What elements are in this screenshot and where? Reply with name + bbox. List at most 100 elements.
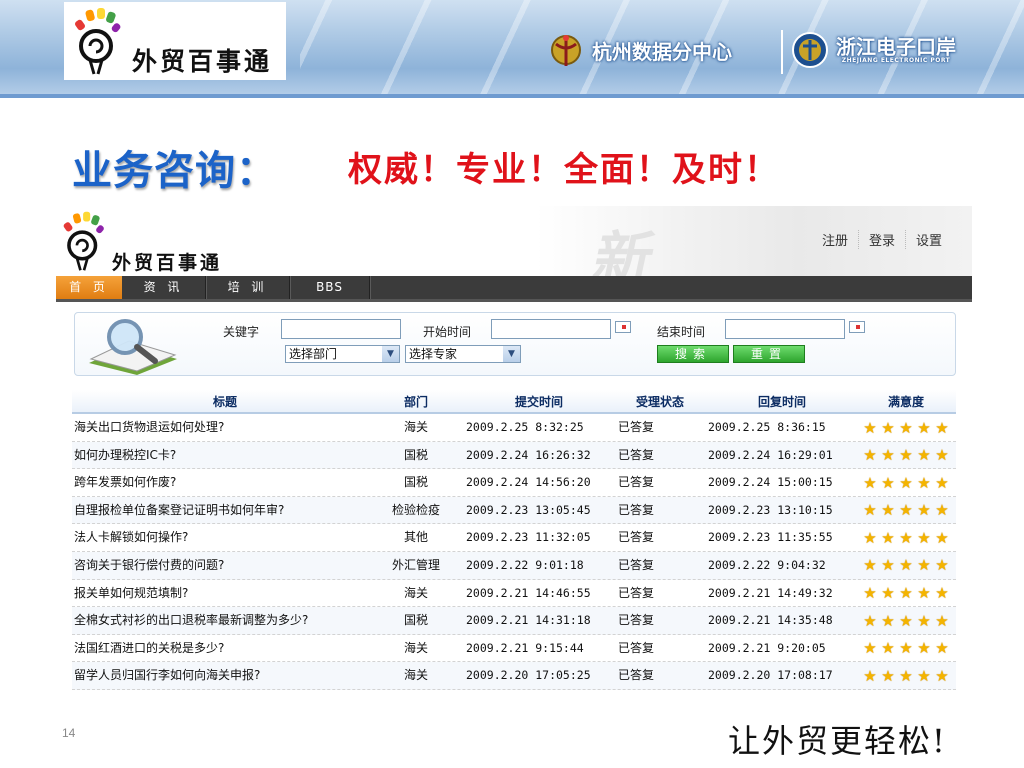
keyword-input[interactable] <box>281 319 401 339</box>
row-reply-time: 2009.2.25 8:36:15 <box>708 420 826 434</box>
row-title[interactable]: 跨年发票如何作废? <box>72 469 376 496</box>
star-icon: ★ <box>917 639 931 658</box>
row-title[interactable]: 报关单如何规范填制? <box>72 580 376 607</box>
star-icon: ★ <box>917 666 931 685</box>
row-satisfaction: ★ ★ ★ ★ ★ <box>856 552 956 579</box>
rating-stars: ★ ★ ★ ★ ★ <box>862 501 951 520</box>
brand-zhejiang-cn: 浙江电子口岸 <box>836 34 956 59</box>
department-select[interactable]: 选择部门 ▼ <box>285 345 400 363</box>
row-reply-time: 2009.2.21 14:35:48 <box>708 613 833 628</box>
search-button[interactable]: 搜索 <box>657 345 729 363</box>
row-title[interactable]: 如何办理税控IC卡? <box>72 442 376 469</box>
star-icon: ★ <box>899 446 913 465</box>
lightbulb-icon <box>75 8 121 75</box>
row-status: 已答复 <box>618 502 655 517</box>
star-icon: ★ <box>917 611 931 630</box>
star-icon: ★ <box>917 556 931 575</box>
table-row[interactable]: 报关单如何规范填制? 海关 2009.2.21 14:46:55 已答复 2009.2.… <box>72 580 956 608</box>
star-icon: ★ <box>899 666 913 685</box>
settings-link[interactable]: 设置 <box>904 230 952 249</box>
logo-text: 外贸百事通 <box>132 47 273 76</box>
row-satisfaction: ★ ★ ★ ★ ★ <box>856 662 956 689</box>
star-icon: ★ <box>863 611 877 630</box>
table-row[interactable]: 全棉女式衬衫的出口退税率最新调整为多少? 国税 2009.2.21 14:31:18… <box>72 607 956 635</box>
row-satisfaction: ★ ★ ★ ★ ★ <box>856 580 956 607</box>
brand-hangzhou: 杭州数据分中心 <box>546 30 732 70</box>
row-reply-time: 2009.2.22 9:04:32 <box>708 557 826 572</box>
row-title[interactable]: 自理报检单位备案登记证明书如何年审? <box>72 497 376 524</box>
page-tagline: 权威！专业！全面！及时！ <box>348 150 780 190</box>
row-status: 已答复 <box>618 420 655 434</box>
star-icon: ★ <box>899 473 913 492</box>
table-row[interactable]: 咨询关于银行偿付费的问题? 外汇管理 2009.2.22 9:01:18 已答复 200… <box>72 551 956 580</box>
row-status: 已答复 <box>618 475 655 490</box>
star-icon: ★ <box>935 666 949 685</box>
expert-select[interactable]: 选择专家 ▼ <box>405 345 521 363</box>
star-icon: ★ <box>881 501 895 520</box>
table-row[interactable]: 留学人员归国行李如何向海关申报? 海关 2009.2.20 17:05:25 已答复 2… <box>72 662 956 690</box>
row-department: 海关 <box>403 420 428 434</box>
star-icon: ★ <box>881 528 895 547</box>
row-satisfaction: ★ ★ ★ ★ ★ <box>856 469 956 496</box>
star-icon: ★ <box>899 501 913 520</box>
nav-news[interactable]: 资 讯 <box>122 276 206 299</box>
start-time-input[interactable] <box>491 319 611 339</box>
keyword-label: 关键字 <box>223 325 260 339</box>
chevron-down-icon: ▼ <box>503 346 520 362</box>
star-icon: ★ <box>881 611 895 630</box>
reset-button[interactable]: 重置 <box>733 345 805 363</box>
nav-training[interactable]: 培 训 <box>206 276 290 299</box>
chevron-down-icon: ▼ <box>382 346 399 362</box>
row-title[interactable]: 海关出口货物退运如何处理? <box>72 414 376 441</box>
star-icon: ★ <box>935 611 949 630</box>
slogan: 让外贸更轻松! <box>728 722 947 760</box>
star-icon: ★ <box>881 666 895 685</box>
table-row[interactable]: 法人卡解锁如何操作? 其他 2009.2.23 11:32:05 已答复 2009.2.… <box>72 524 956 552</box>
row-title[interactable]: 法国红酒进口的关税是多少? <box>72 635 376 662</box>
row-submit-time: 2009.2.23 11:32:05 <box>466 530 591 545</box>
table-row[interactable]: 海关出口货物退运如何处理? 海关 2009.2.25 8:32:25 已答复 2009.… <box>72 414 956 442</box>
calendar-icon[interactable] <box>615 321 631 333</box>
rating-stars: ★ ★ ★ ★ ★ <box>862 611 951 630</box>
row-satisfaction: ★ ★ ★ ★ ★ <box>856 497 956 524</box>
rating-stars: ★ ★ ★ ★ ★ <box>862 666 951 685</box>
row-title[interactable]: 全棉女式衬衫的出口退税率最新调整为多少? <box>72 607 376 634</box>
rating-stars: ★ ★ ★ ★ ★ <box>862 446 951 465</box>
login-link[interactable]: 登录 <box>857 230 905 249</box>
col-department: 部门 <box>403 395 428 409</box>
end-time-input[interactable] <box>725 319 845 339</box>
top-links: 注册 登录 设置 <box>812 230 952 249</box>
row-reply-time: 2009.2.21 9:20:05 <box>708 640 826 655</box>
website-screenshot: 新 外贸百事通 注册 登录 设置 首 页 资 讯 培 训 BBS 关键字 开始时… <box>56 206 972 702</box>
row-status: 已答复 <box>618 585 655 600</box>
star-icon: ★ <box>899 528 913 547</box>
star-icon: ★ <box>917 418 931 437</box>
register-link[interactable]: 注册 <box>812 230 858 249</box>
star-icon: ★ <box>917 528 931 547</box>
row-title[interactable]: 咨询关于银行偿付费的问题? <box>72 552 376 579</box>
row-title[interactable]: 留学人员归国行李如何向海关申报? <box>72 662 376 689</box>
table-row[interactable]: 如何办理税控IC卡? 国税 2009.2.24 16:26:32 已答复 2009.2.… <box>72 441 956 470</box>
site-logo[interactable]: 外贸百事通 <box>62 210 272 274</box>
star-icon: ★ <box>863 556 877 575</box>
row-satisfaction: ★ ★ ★ ★ ★ <box>856 414 956 441</box>
row-department: 海关 <box>403 640 428 655</box>
col-satisfaction: 满意度 <box>887 395 924 409</box>
table-row[interactable]: 自理报检单位备案登记证明书如何年审? 检验检疫 2009.2.23 13:05:45… <box>72 496 956 525</box>
star-icon: ★ <box>863 418 877 437</box>
star-icon: ★ <box>917 473 931 492</box>
table-row[interactable]: 法国红酒进口的关税是多少? 海关 2009.2.21 9:15:44 已答复 2009.… <box>72 635 956 663</box>
nav-home[interactable]: 首 页 <box>56 276 122 299</box>
row-title[interactable]: 法人卡解锁如何操作? <box>72 524 376 551</box>
row-department: 海关 <box>403 668 428 683</box>
calendar-icon[interactable] <box>849 321 865 333</box>
row-department: 国税 <box>403 475 428 490</box>
row-status: 已答复 <box>618 447 655 462</box>
row-reply-time: 2009.2.23 13:10:15 <box>708 502 833 517</box>
rating-stars: ★ ★ ★ ★ ★ <box>862 556 951 575</box>
star-icon: ★ <box>863 666 877 685</box>
nav-bbs[interactable]: BBS <box>290 276 370 299</box>
brand-zhejiang-en: ZHEJIANG ELECTRONIC PORT <box>841 56 951 64</box>
table-row[interactable]: 跨年发票如何作废? 国税 2009.2.24 14:56:20 已答复 2009.2.2… <box>72 469 956 497</box>
page-title: 业务咨询： <box>72 149 277 193</box>
